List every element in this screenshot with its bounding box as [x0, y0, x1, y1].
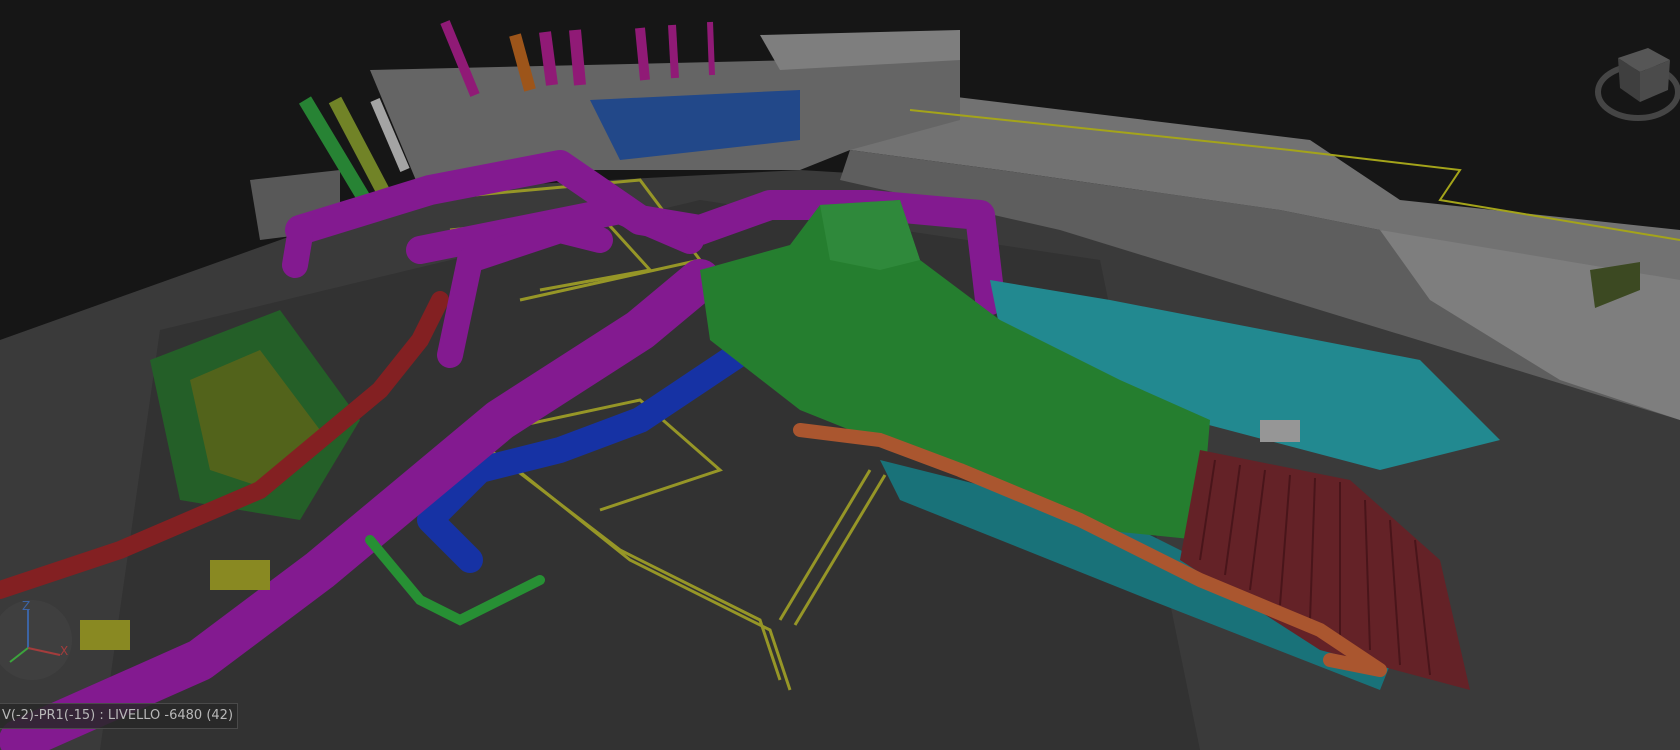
3d-model-viewport[interactable]: Z X	[0, 0, 1680, 750]
dim-overlay	[0, 0, 1680, 750]
level-status-label: V(-2)-PR1(-15) : LIVELLO -6480 (42)	[0, 703, 239, 729]
bim-model-render[interactable]: Z X	[0, 0, 1680, 750]
